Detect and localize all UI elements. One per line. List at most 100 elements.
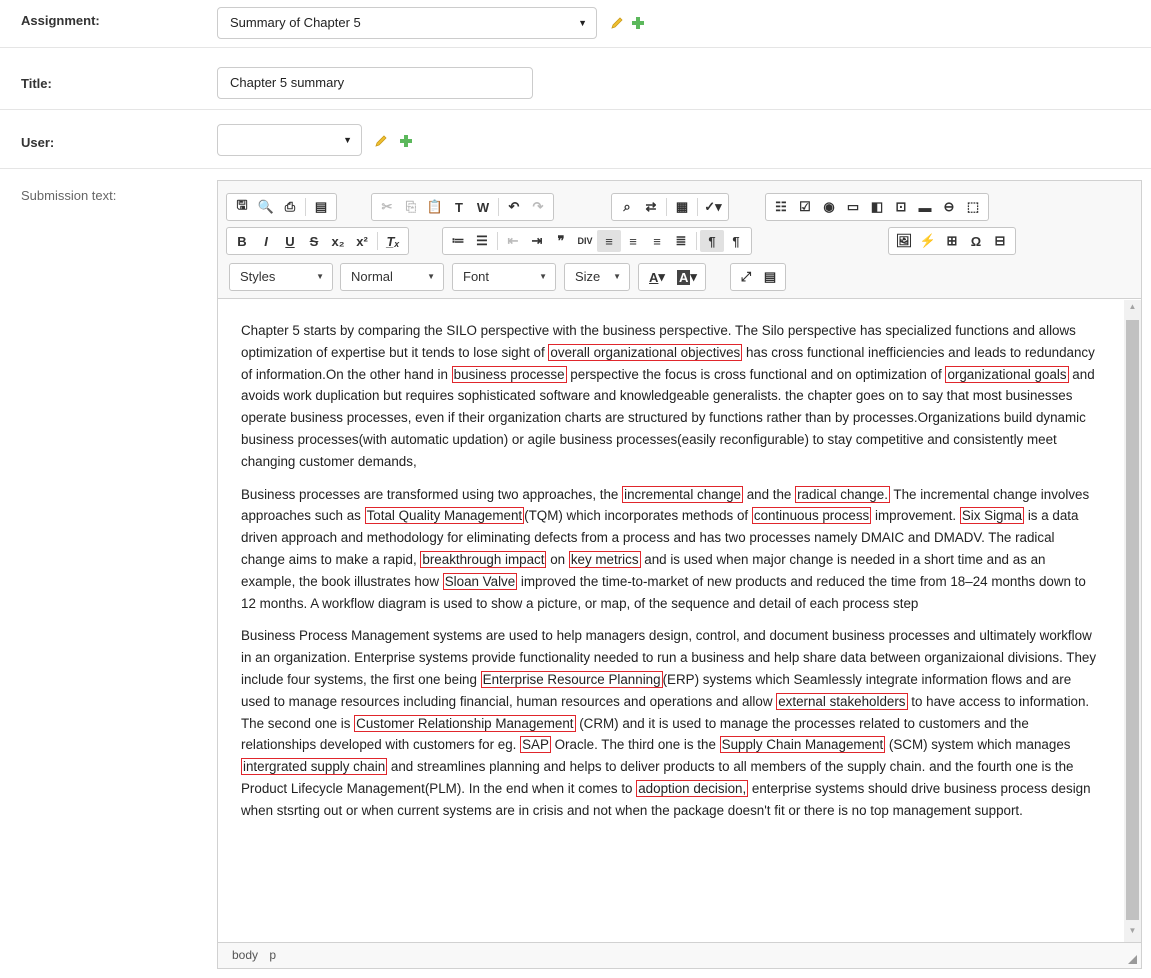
replace-icon[interactable]: ⇄ xyxy=(639,196,663,218)
print-icon[interactable]: ⎙ xyxy=(278,196,302,218)
flash-icon[interactable]: ⚡ xyxy=(916,230,940,252)
chevron-down-icon: ▼ xyxy=(578,18,587,28)
rtl-icon[interactable]: ¶ xyxy=(724,230,748,252)
elements-path-body[interactable]: body xyxy=(232,948,258,962)
scrollbar-thumb[interactable] xyxy=(1126,320,1139,920)
form-icon[interactable]: ☷ xyxy=(769,196,793,218)
paragraph-text: on xyxy=(546,551,569,567)
textarea-icon[interactable]: ◧ xyxy=(865,196,889,218)
styles-combo[interactable]: Styles ▼ xyxy=(229,263,333,291)
select-all-icon[interactable]: ▦ xyxy=(670,196,694,218)
bg-color-icon[interactable]: A ▾ xyxy=(672,266,702,288)
scroll-up-icon[interactable]: ▲ xyxy=(1124,302,1141,316)
assignment-select[interactable]: Summary of Chapter 5 ▼ xyxy=(217,7,597,39)
align-left-icon[interactable]: ≡ xyxy=(597,230,621,252)
colors-group: A ▾ A ▾ xyxy=(638,263,706,291)
chevron-down-icon: ▼ xyxy=(316,272,324,281)
resize-handle-icon[interactable] xyxy=(1128,955,1137,964)
editor-content[interactable]: Chapter 5 starts by comparing the SILO p… xyxy=(218,300,1124,942)
divider xyxy=(305,198,306,216)
show-blocks-icon[interactable]: ▤ xyxy=(758,266,782,288)
highlighted-term: Six Sigma xyxy=(959,507,1025,525)
chevron-down-icon: ▼ xyxy=(427,272,435,281)
indent-icon[interactable]: ⇥ xyxy=(525,230,549,252)
add-assignment-icon[interactable] xyxy=(632,17,644,29)
bulleted-list-icon[interactable]: ☰ xyxy=(470,230,494,252)
editor-toolbar: 🖫 🔍 ⎙ ▤ ✂ ⎘ 📋 T W ↶ ↷ ⌕ ⇄ ▦ ✓▾ ☷ ☑ ◉ ▭ ◧… xyxy=(218,181,1141,299)
user-select[interactable]: ▼ xyxy=(217,124,362,156)
ltr-icon[interactable]: ¶ xyxy=(700,230,724,252)
italic-icon[interactable]: I xyxy=(254,230,278,252)
paragraph-text: (SCM) system which manages xyxy=(885,737,1071,753)
strike-icon[interactable]: S xyxy=(302,230,326,252)
superscript-icon[interactable]: x² xyxy=(350,230,374,252)
special-char-icon[interactable]: Ω xyxy=(964,230,988,252)
imagebutton-icon[interactable]: ⊖ xyxy=(937,196,961,218)
highlighted-term: continuous process xyxy=(751,507,872,525)
bold-icon[interactable]: B xyxy=(230,230,254,252)
align-right-icon[interactable]: ≡ xyxy=(645,230,669,252)
hiddenfield-icon[interactable]: ⬚ xyxy=(961,196,985,218)
highlighted-term: SAP xyxy=(520,736,551,754)
editor-statusbar: body p xyxy=(218,942,1141,968)
format-combo[interactable]: Normal ▼ xyxy=(340,263,444,291)
find-icon[interactable]: ⌕ xyxy=(615,196,639,218)
radio-icon[interactable]: ◉ xyxy=(817,196,841,218)
button-icon[interactable]: ▬ xyxy=(913,196,937,218)
undo-icon[interactable]: ↶ xyxy=(502,196,526,218)
size-combo[interactable]: Size ▼ xyxy=(564,263,630,291)
paragraph-text: perspective the focus is cross functiona… xyxy=(566,366,946,382)
scrollbar[interactable]: ▲ ▼ xyxy=(1124,300,1141,942)
highlighted-term: adoption decision, xyxy=(636,779,749,797)
maximize-icon[interactable]: ⤢ xyxy=(734,266,758,288)
justify-icon[interactable]: ≣ xyxy=(669,230,693,252)
textfield-icon[interactable]: ▭ xyxy=(841,196,865,218)
elements-path-p[interactable]: p xyxy=(269,948,276,962)
add-user-icon[interactable] xyxy=(400,135,412,147)
divider xyxy=(0,168,1151,169)
title-input[interactable]: Chapter 5 summary xyxy=(217,67,533,99)
underline-icon[interactable]: U xyxy=(278,230,302,252)
assignment-select-value: Summary of Chapter 5 xyxy=(230,15,361,30)
content-paragraph: Business Process Management systems are … xyxy=(241,625,1100,821)
font-combo[interactable]: Font ▼ xyxy=(452,263,556,291)
spellcheck-icon[interactable]: ✓▾ xyxy=(701,196,725,218)
divider xyxy=(0,109,1151,110)
align-center-icon[interactable]: ≡ xyxy=(621,230,645,252)
copy-icon[interactable]: ⎘ xyxy=(399,196,423,218)
highlighted-term: incremental change xyxy=(622,485,743,503)
user-label: User: xyxy=(21,135,55,150)
save-icon[interactable]: 🖫 xyxy=(230,196,254,218)
content-paragraph: Business processes are transformed using… xyxy=(241,484,1100,615)
select-icon[interactable]: ⊡ xyxy=(889,196,913,218)
format-combo-label: Normal xyxy=(351,269,393,284)
highlighted-term: Total Quality Management xyxy=(364,507,525,525)
page-break-icon[interactable]: ⊟ xyxy=(988,230,1012,252)
pencil-icon[interactable] xyxy=(374,134,388,148)
redo-icon[interactable]: ↷ xyxy=(526,196,550,218)
table-icon[interactable]: ⊞ xyxy=(940,230,964,252)
paste-icon[interactable]: 📋 xyxy=(423,196,447,218)
document-group: 🖫 🔍 ⎙ ▤ xyxy=(226,193,337,221)
checkbox-icon[interactable]: ☑ xyxy=(793,196,817,218)
div-icon[interactable]: DIV xyxy=(573,230,597,252)
paste-text-icon[interactable]: T xyxy=(447,196,471,218)
blockquote-icon[interactable]: ❞ xyxy=(549,230,573,252)
remove-format-icon[interactable]: T̲ₓ xyxy=(381,230,405,252)
cut-icon[interactable]: ✂ xyxy=(375,196,399,218)
paragraph-text: (TQM) which incorporates methods of xyxy=(524,508,752,524)
templates-icon[interactable]: ▤ xyxy=(309,196,333,218)
subscript-icon[interactable]: x₂ xyxy=(326,230,350,252)
numbered-list-icon[interactable]: ≔ xyxy=(446,230,470,252)
paste-word-icon[interactable]: W xyxy=(471,196,495,218)
preview-icon[interactable]: 🔍 xyxy=(254,196,278,218)
title-label: Title: xyxy=(21,76,52,91)
highlighted-term: Supply Chain Management xyxy=(719,736,886,754)
pencil-icon[interactable] xyxy=(610,16,624,30)
text-color-icon[interactable]: A ▾ xyxy=(642,266,672,288)
outdent-icon[interactable]: ⇤ xyxy=(501,230,525,252)
image-icon[interactable]: 🖼 xyxy=(892,230,916,252)
rich-text-editor[interactable]: 🖫 🔍 ⎙ ▤ ✂ ⎘ 📋 T W ↶ ↷ ⌕ ⇄ ▦ ✓▾ ☷ ☑ ◉ ▭ ◧… xyxy=(217,180,1142,969)
clipboard-group: ✂ ⎘ 📋 T W ↶ ↷ xyxy=(371,193,554,221)
scroll-down-icon[interactable]: ▼ xyxy=(1124,926,1141,940)
